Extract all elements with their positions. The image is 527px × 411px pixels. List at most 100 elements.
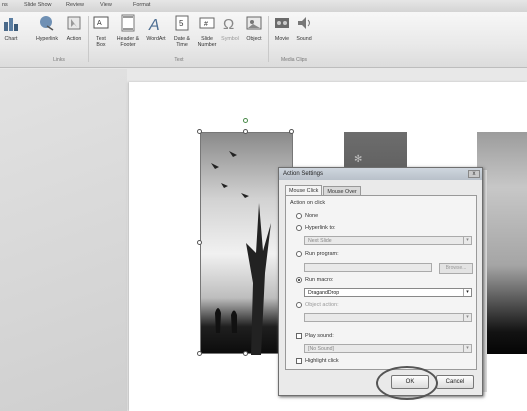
radio-none-label: None (305, 213, 319, 219)
svg-text:#: # (204, 21, 208, 28)
hyperlink-button[interactable]: Hyperlink (32, 14, 62, 42)
radio-run-program-label: Run program: (305, 251, 339, 257)
cancel-button[interactable]: Cancel (436, 375, 474, 389)
object-button[interactable]: Object (242, 14, 266, 42)
resize-handle[interactable] (243, 351, 248, 356)
rotate-handle[interactable] (243, 118, 248, 123)
symbol-button[interactable]: Ω Symbol (220, 14, 240, 42)
links-group-label: Links (53, 57, 65, 63)
action-settings-dialog: Action Settings x Mouse Click Mouse Over… (278, 167, 483, 396)
radio-run-program[interactable]: Run program: (296, 251, 339, 257)
macro-value: DragandDrop (308, 290, 340, 296)
sound-value: [No Sound] (308, 346, 334, 352)
hyperlink-select[interactable]: Next Slide ▾ (304, 236, 472, 245)
slide-number-icon: # (199, 17, 215, 29)
movie-button[interactable]: Movie (271, 14, 293, 42)
hyperlink-icon (40, 16, 54, 31)
resize-handle[interactable] (197, 240, 202, 245)
chevron-down-icon[interactable]: ▾ (463, 345, 471, 352)
chevron-down-icon[interactable]: ▾ (463, 289, 471, 296)
chevron-down-icon[interactable]: ▾ (463, 237, 471, 244)
radio-object-action[interactable]: Object action: (296, 302, 339, 308)
macro-select[interactable]: DragandDrop ▾ (304, 288, 472, 297)
header-footer-icon (121, 14, 135, 32)
slide-number-button[interactable]: # Slide Number (196, 14, 218, 48)
radio-hyperlink[interactable]: Hyperlink to: (296, 225, 336, 231)
radio-button[interactable] (296, 213, 302, 219)
svg-text:5: 5 (179, 19, 184, 28)
date-time-label: Date & Time (173, 36, 191, 48)
wordart-icon: A (148, 17, 160, 34)
radio-button[interactable] (296, 302, 302, 308)
play-sound-label: Play sound: (305, 333, 334, 339)
tab-slide-show[interactable]: Slide Show (24, 0, 66, 12)
checkbox[interactable] (296, 358, 302, 364)
textbox-button[interactable]: A Text Box (92, 14, 110, 48)
wordart-button[interactable]: A WordArt (143, 14, 169, 42)
action-group-title: Action on click (290, 200, 326, 206)
object-label: Object (246, 36, 262, 42)
radio-hyperlink-label: Hyperlink to: (305, 225, 336, 231)
dialog-title-bar[interactable]: Action Settings x (279, 168, 482, 180)
radio-object-action-label: Object action: (305, 302, 339, 308)
sound-label: Sound (296, 36, 312, 42)
header-footer-label: Header & Footer (116, 36, 140, 48)
resize-handle[interactable] (197, 351, 202, 356)
radio-button[interactable] (296, 251, 302, 257)
sound-select[interactable]: [No Sound] ▾ (304, 344, 472, 353)
movie-label: Movie (274, 36, 290, 42)
svg-text:A: A (97, 20, 102, 27)
radio-run-macro[interactable]: Run macro: (296, 277, 333, 283)
action-icon (67, 16, 81, 30)
highlight-ring (376, 366, 438, 400)
tab-review[interactable]: Review (66, 0, 100, 12)
checkbox-highlight-click[interactable]: Highlight click (296, 358, 339, 364)
radio-none[interactable]: None (296, 213, 318, 219)
header-footer-button[interactable]: Header & Footer (113, 14, 143, 48)
svg-text:Ω: Ω (223, 16, 234, 32)
checkbox[interactable] (296, 333, 302, 339)
resize-handle[interactable] (243, 129, 248, 134)
movie-icon (275, 18, 289, 28)
run-program-input[interactable] (304, 263, 432, 272)
close-icon[interactable]: x (468, 170, 480, 178)
ribbon-tabs: ns Slide Show Review View Format (0, 0, 527, 12)
tab-insert[interactable]: ns (2, 0, 24, 12)
chart-button[interactable]: Chart (0, 14, 22, 42)
checkbox-play-sound[interactable]: Play sound: (296, 333, 334, 339)
resize-handle[interactable] (197, 129, 202, 134)
tab-format[interactable]: Format (133, 0, 163, 12)
wordart-label: WordArt (146, 36, 166, 42)
textbox-icon: A (93, 16, 109, 29)
sound-button[interactable]: Sound (293, 14, 315, 42)
action-panel: Action on click None Hyperlink to: Next … (285, 195, 477, 370)
resize-handle[interactable] (289, 129, 294, 134)
slide-workspace-left (0, 69, 127, 411)
sound-icon (298, 17, 310, 29)
radio-button-selected[interactable] (296, 277, 302, 283)
tab-view[interactable]: View (100, 0, 133, 12)
ribbon: Chart Hyperlink Action A Text Box Header… (0, 12, 527, 68)
svg-text:✻: ✻ (354, 154, 362, 165)
ribbon-separator (88, 16, 89, 62)
svg-text:A: A (148, 17, 160, 32)
textbox-label: Text Box (96, 36, 106, 48)
media-group-label: Media Clips (280, 57, 308, 63)
action-button[interactable]: Action (62, 14, 86, 42)
slide-number-label: Slide Number (197, 36, 217, 48)
object-action-select[interactable]: ▾ (304, 313, 472, 322)
dialog-title: Action Settings (283, 171, 324, 177)
hyperlink-value: Next Slide (308, 238, 332, 244)
date-time-button[interactable]: 5 Date & Time (170, 14, 194, 48)
date-time-icon: 5 (175, 15, 189, 31)
radio-button[interactable] (296, 225, 302, 231)
text-group-label: Text (174, 57, 184, 63)
ribbon-separator (268, 16, 269, 62)
radio-run-macro-label: Run macro: (305, 277, 334, 283)
browse-button[interactable]: Browse... (439, 263, 473, 274)
chart-label: Chart (4, 36, 18, 42)
action-label: Action (66, 36, 82, 42)
hyperlink-label: Hyperlink (35, 36, 59, 42)
chevron-down-icon[interactable]: ▾ (463, 314, 471, 321)
highlight-click-label: Highlight click (305, 358, 339, 364)
